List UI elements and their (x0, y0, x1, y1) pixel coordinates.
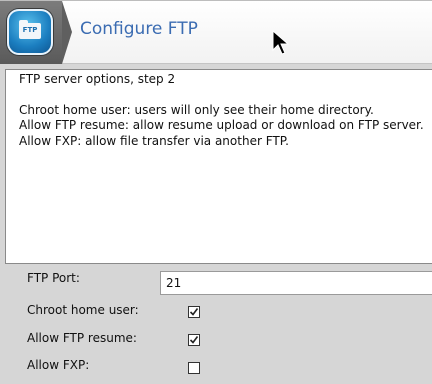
chroot-home-user-checkbox[interactable] (188, 306, 200, 318)
ftp-folder-icon: FTP (7, 9, 53, 55)
info-fxp-description: Allow FXP: allow file transfer via anoth… (19, 133, 289, 148)
app-logo-tab: FTP (0, 1, 62, 64)
allow-fxp-label: Allow FXP: (27, 358, 90, 372)
allow-ftp-resume-checkbox[interactable] (188, 334, 200, 346)
logo-arrow (62, 1, 72, 64)
info-text-panel: FTP server options, step 2 Chroot home u… (5, 69, 432, 264)
chroot-home-user-label: Chroot home user: (27, 303, 139, 317)
logo-label: FTP (22, 26, 38, 34)
ftp-port-input[interactable]: 21 (160, 271, 432, 295)
info-step-title: FTP server options, step 2 (19, 72, 176, 86)
mouse-cursor-icon (272, 30, 290, 55)
checkmark-icon (189, 336, 199, 344)
page-title: Configure FTP (80, 19, 198, 39)
header-bar: FTP Configure FTP (0, 0, 432, 64)
info-resume-description: Allow FTP resume: allow resume upload or… (19, 118, 424, 132)
checkmark-icon (189, 308, 199, 316)
allow-ftp-resume-label: Allow FTP resume: (27, 331, 137, 345)
allow-fxp-checkbox[interactable] (188, 362, 200, 374)
ftp-port-label: FTP Port: (27, 271, 80, 285)
info-chroot-description: Chroot home user: users will only see th… (19, 102, 374, 117)
